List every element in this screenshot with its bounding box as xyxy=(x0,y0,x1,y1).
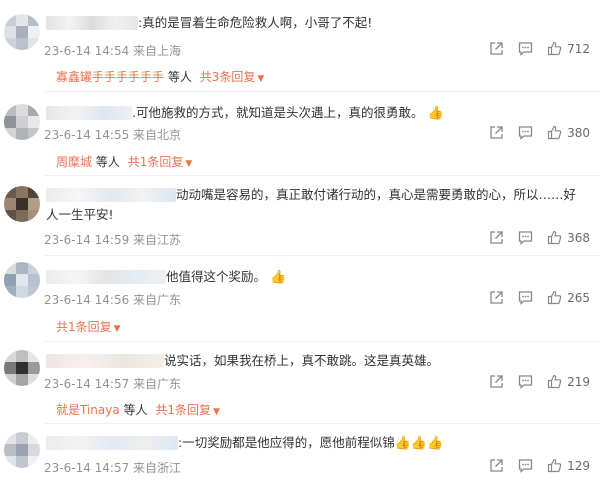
comment-button[interactable] xyxy=(518,374,533,389)
thumbs-up-icon xyxy=(547,125,562,140)
comment-meta: 23-6-14 14:56 来自广东 xyxy=(44,293,182,307)
thumbs-up-emoji-icon: 👍👍👍 xyxy=(394,436,444,451)
comment-icon xyxy=(518,459,533,473)
divider xyxy=(44,91,600,92)
comment-text: .可他施救的方式，就知道是头次遇上，真的很勇敢。 👍 xyxy=(132,105,444,121)
caret-down-icon: ▼ xyxy=(113,324,121,334)
like-button[interactable]: 368 xyxy=(547,230,590,245)
avatar[interactable] xyxy=(4,262,40,298)
reply-summary[interactable]: 寡鑫罐手手手手手手 等人 共3条回复 ▼ xyxy=(56,68,264,85)
comment-meta: 23-6-14 14:57 来自浙江 xyxy=(44,461,182,475)
comment-text: 他值得这个奖励。 👍 xyxy=(166,269,287,285)
comment-actions: 265 xyxy=(475,290,590,305)
caret-down-icon: ▼ xyxy=(185,159,193,169)
thumbs-up-icon xyxy=(547,290,562,305)
share-icon xyxy=(490,375,503,388)
divider xyxy=(44,423,600,424)
view-replies-link[interactable]: 共1条回复 xyxy=(155,403,211,417)
comment-actions: 129 xyxy=(475,458,590,473)
comment-icon xyxy=(518,375,533,389)
avatar[interactable] xyxy=(4,186,40,222)
share-icon xyxy=(490,231,503,244)
thumbs-up-icon xyxy=(547,374,562,389)
thumbs-up-icon xyxy=(547,230,562,245)
share-button[interactable] xyxy=(489,41,504,56)
avatar[interactable] xyxy=(4,432,40,468)
thumbs-up-emoji-icon: 👍 xyxy=(427,106,444,121)
comment-button[interactable] xyxy=(518,125,533,140)
like-button[interactable]: 712 xyxy=(547,41,590,56)
comment-button[interactable] xyxy=(518,290,533,305)
comment-button[interactable] xyxy=(518,41,533,56)
comment-text: :一切奖励都是他应得的，愿他前程似锦👍👍👍 xyxy=(178,435,444,451)
share-icon xyxy=(490,291,503,304)
like-count: 129 xyxy=(567,458,590,473)
avatar[interactable] xyxy=(4,14,40,50)
reply-users-link[interactable]: 就是Tinaya xyxy=(56,403,120,417)
comment-button[interactable] xyxy=(518,230,533,245)
comment-button[interactable] xyxy=(518,458,533,473)
avatar[interactable] xyxy=(4,104,40,140)
comment-actions: 219 xyxy=(475,374,590,389)
reply-summary[interactable]: 周糜城 等人 共1条回复 ▼ xyxy=(56,153,192,170)
comment-actions: 712 xyxy=(475,41,590,56)
comment-icon xyxy=(518,291,533,305)
comment-icon xyxy=(518,126,533,140)
like-button[interactable]: 265 xyxy=(547,290,590,305)
username-blurred[interactable] xyxy=(46,106,132,120)
thumbs-up-icon xyxy=(547,41,562,56)
share-button[interactable] xyxy=(489,458,504,473)
share-icon xyxy=(490,126,503,139)
comment-icon xyxy=(518,42,533,56)
share-icon xyxy=(490,42,503,55)
reply-summary[interactable]: 就是Tinaya 等人 共1条回复 ▼ xyxy=(56,401,220,418)
share-icon xyxy=(490,459,503,472)
username-blurred[interactable] xyxy=(46,188,176,202)
like-count: 368 xyxy=(567,230,590,245)
comment-meta: 23-6-14 14:57 来自广东 xyxy=(44,377,182,391)
username-blurred[interactable] xyxy=(46,436,178,450)
thumbs-up-emoji-icon: 👍 xyxy=(270,270,287,285)
view-replies-link[interactable]: 共1条回复 xyxy=(56,320,112,334)
username-blurred[interactable] xyxy=(46,354,164,368)
avatar[interactable] xyxy=(4,350,40,386)
reply-summary[interactable]: 共1条回复 ▼ xyxy=(56,318,121,335)
like-count: 380 xyxy=(567,125,590,140)
like-button[interactable]: 219 xyxy=(547,374,590,389)
caret-down-icon: ▼ xyxy=(213,407,220,417)
share-button[interactable] xyxy=(489,290,504,305)
divider xyxy=(44,255,600,256)
comment-text-continued: 人一生平安! xyxy=(46,207,114,222)
divider xyxy=(44,341,600,342)
like-count: 712 xyxy=(567,41,590,56)
caret-down-icon: ▼ xyxy=(257,74,265,84)
username-blurred[interactable] xyxy=(46,270,166,284)
like-count: 219 xyxy=(567,374,590,389)
like-count: 265 xyxy=(567,290,590,305)
username-blurred[interactable] xyxy=(46,16,138,30)
comment-text: :真的是冒着生命危险救人啊，小哥了不起! xyxy=(138,15,373,30)
comment-meta: 23-6-14 14:54 来自上海 xyxy=(44,44,182,58)
divider xyxy=(44,175,600,176)
share-button[interactable] xyxy=(489,125,504,140)
view-replies-link[interactable]: 共3条回复 xyxy=(200,70,256,84)
comment-actions: 368 xyxy=(475,230,590,245)
thumbs-up-icon xyxy=(547,458,562,473)
like-button[interactable]: 380 xyxy=(547,125,590,140)
share-button[interactable] xyxy=(489,374,504,389)
like-button[interactable]: 129 xyxy=(547,458,590,473)
comment-meta: 23-6-14 14:55 来自北京 xyxy=(44,128,182,142)
comment-icon xyxy=(518,231,533,245)
comment-text: 说实话，如果我在桥上，真不敢跳。这是真英雄。 xyxy=(164,353,440,368)
share-button[interactable] xyxy=(489,230,504,245)
comment-meta: 23-6-14 14:59 来自江苏 xyxy=(44,233,182,247)
reply-users-link[interactable]: 寡鑫罐手手手手手手 xyxy=(56,70,164,84)
reply-users-link[interactable]: 周糜城 xyxy=(56,155,92,169)
comment-actions: 380 xyxy=(475,125,590,140)
view-replies-link[interactable]: 共1条回复 xyxy=(128,155,184,169)
comment-text: 动动嘴是容易的，真正敢付诸行动的，真心是需要勇敢的心，所以……好 xyxy=(176,187,577,202)
